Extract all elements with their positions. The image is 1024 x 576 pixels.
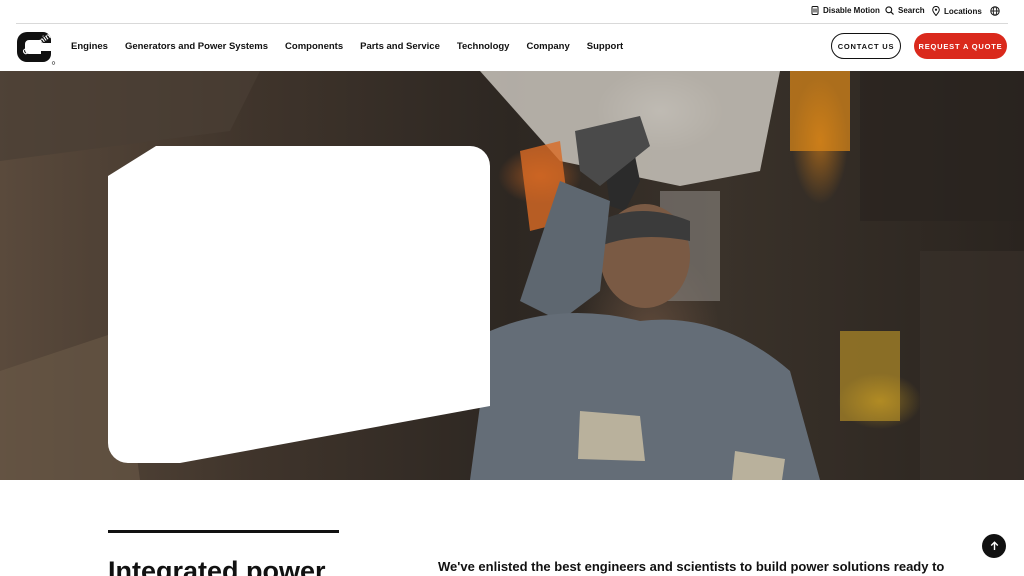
hero-content-card	[108, 146, 490, 463]
section-title: Integrated power	[108, 556, 326, 576]
pause-icon	[811, 6, 819, 15]
main-nav: Cummins Engines Generators and Power Sys…	[0, 24, 1024, 71]
location-pin-icon	[932, 6, 940, 16]
locations-label: Locations	[944, 6, 982, 16]
hero-image	[0, 71, 1024, 480]
disable-motion-label: Disable Motion	[823, 6, 880, 15]
nav-links: Engines Generators and Power Systems Com…	[71, 41, 640, 52]
language-selector[interactable]	[990, 6, 1000, 16]
nav-item-components[interactable]: Components	[285, 41, 343, 52]
search-label: Search	[898, 6, 925, 15]
nav-item-support[interactable]: Support	[587, 41, 623, 52]
search-link[interactable]: Search	[885, 6, 925, 15]
section-intro-text: We've enlisted the best engineers and sc…	[438, 559, 945, 574]
search-icon	[885, 6, 894, 15]
section-divider	[108, 530, 339, 533]
contact-us-button[interactable]: CONTACT US	[831, 33, 901, 59]
nav-item-engines[interactable]: Engines	[71, 41, 108, 52]
back-to-top-button[interactable]	[982, 534, 1006, 558]
disable-motion-link[interactable]: Disable Motion	[811, 6, 880, 15]
arrow-up-icon	[990, 541, 998, 550]
cummins-logo[interactable]: Cummins	[15, 28, 57, 65]
nav-item-generators[interactable]: Generators and Power Systems	[125, 41, 268, 52]
locations-link[interactable]: Locations	[932, 6, 982, 16]
nav-item-parts-service[interactable]: Parts and Service	[360, 41, 440, 52]
utility-bar: Disable Motion Search Locations	[0, 0, 1024, 24]
request-quote-button[interactable]: REQUEST A QUOTE	[914, 33, 1007, 59]
nav-item-company[interactable]: Company	[526, 41, 569, 52]
nav-item-technology[interactable]: Technology	[457, 41, 510, 52]
globe-icon	[990, 6, 1000, 16]
